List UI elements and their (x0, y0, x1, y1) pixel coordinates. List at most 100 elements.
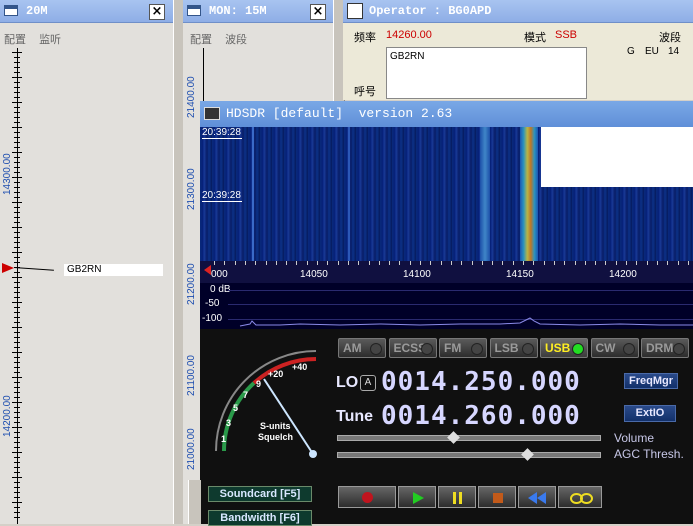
spectrum-display[interactable]: 0 dB -50 -100 (200, 283, 693, 329)
lo-frequency[interactable]: 0014.250.000 (381, 367, 581, 397)
scale-tick (12, 477, 22, 478)
scale-tick (14, 132, 20, 133)
smeter-label-3: 3 (226, 418, 232, 428)
freq-tick (543, 261, 545, 265)
mode-button-ecss[interactable]: ECSS (388, 338, 437, 358)
left-window-titlebar[interactable]: 20M (0, 0, 173, 23)
scale-tick (14, 292, 20, 293)
scale-tick (14, 297, 20, 298)
record-icon (362, 492, 373, 503)
mode-button-cw[interactable]: CW (590, 338, 639, 358)
menu-monitor[interactable]: 监听 (39, 34, 61, 46)
scale-tick (14, 317, 20, 318)
mode-led-icon (420, 343, 433, 355)
agc-slider-knob[interactable] (521, 448, 534, 461)
pause-button[interactable] (438, 486, 476, 508)
frequency-axis[interactable]: 000 14050 14100 14150 14200 (200, 261, 693, 283)
scale-tick (14, 457, 20, 458)
scale-tick (12, 102, 22, 103)
hdsdr-window: HDSDR [default] version 2.63 20:39:28 20… (200, 101, 693, 524)
freq-tick-label: 14200 (609, 269, 637, 280)
mode-button-drm[interactable]: DRM (641, 338, 689, 358)
scale-tick (14, 437, 20, 438)
scale-tick (14, 117, 20, 118)
mode-value: SSB (555, 29, 578, 41)
scale-tick (12, 202, 22, 203)
menu-config[interactable]: 配置 (190, 34, 212, 46)
spot-callsign[interactable]: GB2RN (64, 264, 163, 276)
waterfall-bright-line (348, 127, 350, 261)
scale-tick (14, 82, 20, 83)
mode-button-label: CW (595, 341, 616, 355)
scale-tick (14, 232, 20, 233)
play-icon (413, 492, 424, 504)
freq-tick (224, 261, 226, 265)
scale-tick (14, 107, 20, 108)
stop-button[interactable] (478, 486, 516, 508)
freq-tick (667, 261, 669, 265)
close-icon[interactable]: × (310, 4, 326, 20)
scale-tick (14, 432, 20, 433)
mode-button-usb[interactable]: USB (540, 338, 588, 358)
soundcard-button[interactable]: Soundcard [F5] (208, 486, 312, 502)
freq-tick (605, 261, 607, 265)
volume-slider-knob[interactable] (447, 431, 461, 444)
scale-tick (14, 167, 20, 168)
scale-tick (12, 77, 22, 78)
scale-tick (14, 472, 20, 473)
rewind-button[interactable] (518, 486, 556, 508)
freqmgr-button[interactable]: FreqMgr (624, 373, 678, 389)
freq-tick (656, 261, 658, 265)
close-icon[interactable]: × (149, 4, 165, 20)
freq-tick (234, 261, 236, 265)
scale-tick (14, 387, 20, 388)
hdsdr-titlebar[interactable]: HDSDR [default] version 2.63 (200, 101, 693, 127)
callsign-input[interactable]: GB2RN (386, 47, 587, 99)
mode-button-am[interactable]: AM (338, 338, 386, 358)
mode-button-fm[interactable]: FM (439, 338, 487, 358)
mid-scale-label-3: 21100.00 (186, 355, 197, 396)
scale-tick (14, 97, 20, 98)
waterfall-overlay-panel (541, 127, 693, 187)
record-button[interactable] (338, 486, 396, 508)
window-icon (4, 5, 18, 16)
agc-slider[interactable] (337, 452, 601, 458)
tune-frequency[interactable]: 0014.260.000 (381, 401, 581, 431)
loop-button[interactable] (558, 486, 602, 508)
menu-band[interactable]: 波段 (225, 34, 247, 46)
extio-button[interactable]: ExtIO (624, 405, 676, 422)
operator-title: Operator : BG0APD (369, 4, 492, 18)
freq-tick (286, 261, 288, 265)
pause-icon (453, 492, 456, 504)
lo-lock-badge[interactable]: A (360, 375, 376, 391)
info-eu: EU (645, 46, 659, 57)
play-button[interactable] (398, 486, 436, 508)
volume-slider[interactable] (337, 435, 601, 441)
scale-tick (14, 157, 20, 158)
volume-label: Volume (614, 431, 655, 445)
mode-button-lsb[interactable]: LSB (489, 338, 538, 358)
scale-tick (14, 62, 20, 63)
mode-button-label: LSB (494, 341, 519, 355)
mid-scale-label-0: 21400.00 (186, 76, 197, 118)
operator-titlebar[interactable]: Operator : BG0APD (343, 0, 693, 23)
freq-label: 频率 (354, 32, 376, 44)
menu-config[interactable]: 配置 (4, 34, 26, 46)
scale-tick (14, 407, 20, 408)
hdsdr-left-strip (188, 480, 201, 524)
freq-tick (626, 261, 627, 265)
left-menu: 配置 监听 (4, 31, 71, 47)
scale-tick (14, 467, 20, 468)
freq-tick (595, 261, 597, 265)
freq-tick (450, 261, 452, 265)
mode-led-icon (673, 343, 685, 355)
scale-tick (12, 227, 22, 228)
hdsdr-title: HDSDR [default] version 2.63 (226, 106, 453, 121)
scale-tick (14, 417, 20, 418)
scale-tick (14, 192, 20, 193)
waterfall-display[interactable]: 20:39:28 20:39:28 (200, 127, 693, 261)
scale-tick (14, 422, 20, 423)
scale-tick (14, 207, 20, 208)
operator-window: Operator : BG0APD 频率 14260.00 模式 SSB 波段 … (343, 0, 693, 100)
smeter-label-9: 9 (256, 379, 262, 389)
